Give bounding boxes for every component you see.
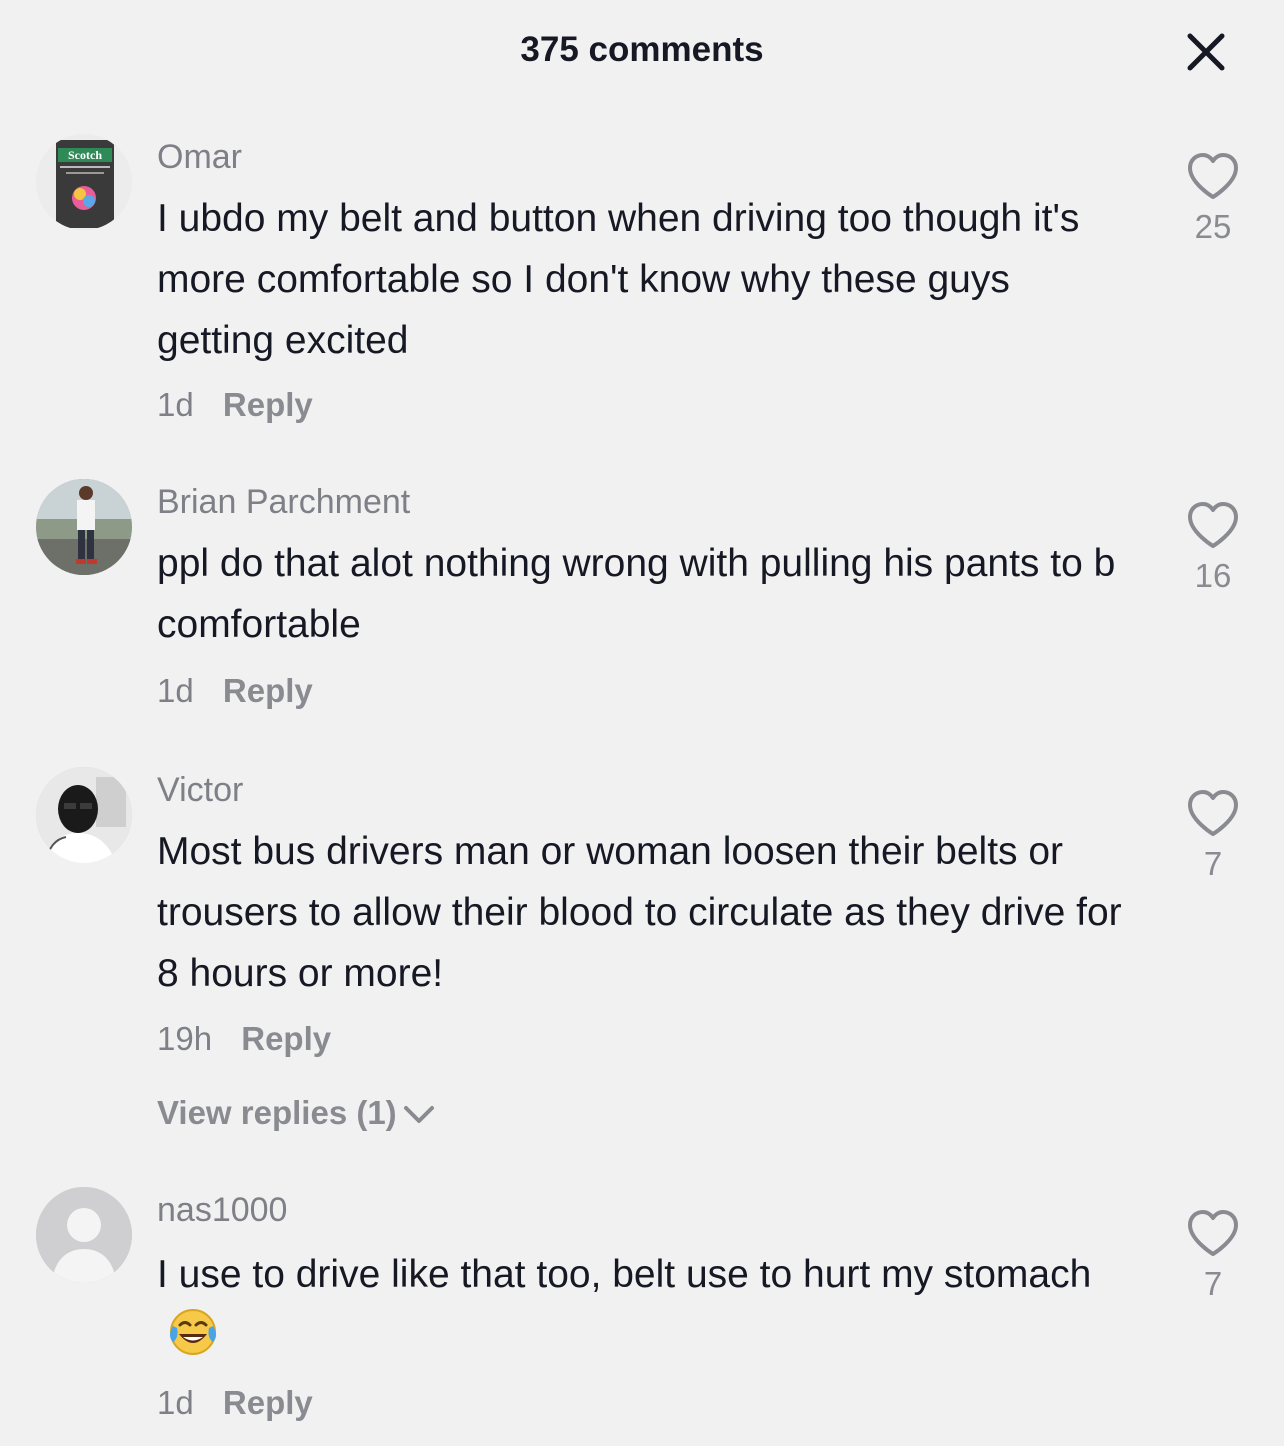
like-group: 7 bbox=[1180, 789, 1246, 883]
heart-icon[interactable] bbox=[1186, 1209, 1240, 1259]
like-group: 25 bbox=[1180, 152, 1246, 246]
comment-time: 1d bbox=[157, 386, 194, 423]
comment-text: I use to drive like that too, belt use t… bbox=[157, 1244, 1137, 1376]
view-replies-label: View replies (1) bbox=[157, 1094, 397, 1131]
comment-username[interactable]: nas1000 bbox=[157, 1191, 287, 1230]
heart-icon[interactable] bbox=[1186, 501, 1240, 551]
comment-text-body: I use to drive like that too, belt use t… bbox=[157, 1253, 1092, 1296]
like-group: 16 bbox=[1180, 501, 1246, 595]
avatar[interactable]: Scotch bbox=[36, 134, 132, 230]
comment-username[interactable]: Victor bbox=[157, 771, 243, 810]
like-count: 16 bbox=[1194, 557, 1232, 594]
reply-button[interactable]: Reply bbox=[223, 386, 313, 423]
default-avatar-icon bbox=[36, 1187, 132, 1283]
comments-header: 375 comments bbox=[0, 0, 1284, 104]
comment-time: 1d bbox=[157, 1384, 194, 1421]
comment-time: 1d bbox=[157, 672, 194, 709]
comment-text: ppl do that alot nothing wrong with pull… bbox=[157, 542, 1116, 646]
comment-meta: 19h Reply bbox=[157, 1020, 331, 1058]
comments-sheet: 375 comments Scotch Omar I ubdo my belt … bbox=[0, 0, 1284, 1446]
like-count: 7 bbox=[1203, 845, 1223, 882]
comment-username[interactable]: Brian Parchment bbox=[157, 483, 410, 522]
like-count: 25 bbox=[1194, 208, 1232, 245]
comment-meta: 1d Reply bbox=[157, 386, 313, 424]
comment-meta: 1d Reply bbox=[157, 1384, 313, 1422]
like-group: 7 bbox=[1180, 1209, 1246, 1303]
comment-username[interactable]: Omar bbox=[157, 138, 242, 177]
avatar-logo-text: Scotch bbox=[68, 148, 102, 162]
comment-text: I ubdo my belt and button when driving t… bbox=[157, 197, 1080, 362]
chevron-down-icon bbox=[403, 1106, 434, 1124]
comment-text: Most bus drivers man or woman loosen the… bbox=[157, 830, 1122, 995]
comment-meta: 1d Reply bbox=[157, 672, 313, 710]
avatar[interactable] bbox=[36, 767, 132, 863]
reply-button[interactable]: Reply bbox=[223, 672, 313, 709]
heart-icon[interactable] bbox=[1186, 789, 1240, 839]
view-replies-button[interactable]: View replies (1) bbox=[157, 1094, 435, 1132]
face-with-tears-of-joy-icon bbox=[165, 1306, 221, 1376]
comment-time: 19h bbox=[157, 1020, 213, 1057]
avatar[interactable] bbox=[36, 479, 132, 575]
like-count: 7 bbox=[1203, 1265, 1223, 1302]
reply-button[interactable]: Reply bbox=[223, 1384, 313, 1421]
heart-icon[interactable] bbox=[1186, 152, 1240, 202]
avatar[interactable] bbox=[36, 1187, 132, 1283]
comments-count-title: 375 comments bbox=[520, 30, 764, 69]
reply-button[interactable]: Reply bbox=[241, 1020, 331, 1057]
close-button[interactable] bbox=[1184, 30, 1228, 74]
close-icon bbox=[1187, 33, 1225, 71]
